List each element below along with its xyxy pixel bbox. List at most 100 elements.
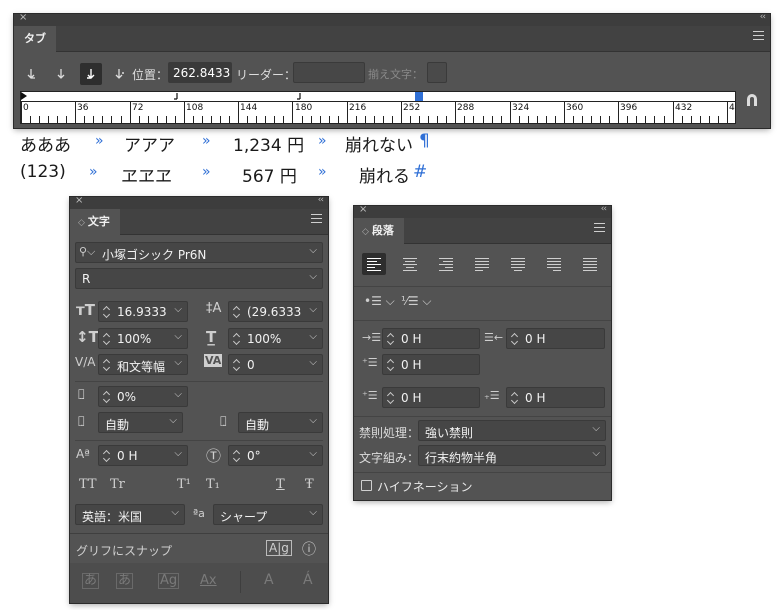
magnet-icon[interactable]	[744, 92, 760, 108]
vertical-scale-field[interactable]: 100% ⌵	[98, 328, 188, 349]
justify-left-icon[interactable]	[475, 258, 489, 271]
language-select[interactable]: 英語：米国 ⌵	[75, 504, 185, 525]
panel-titlebar[interactable]: × ‹‹	[354, 204, 611, 218]
decimal-tab-icon[interactable]	[112, 67, 126, 81]
leading-field[interactable]: (29.6333 ⌵	[228, 301, 323, 322]
chevron-down-icon[interactable]: ⌵	[309, 448, 317, 459]
kerning-field[interactable]: 和文等幅 ⌵	[98, 354, 188, 375]
snap-anchor-icon[interactable]: Á	[303, 572, 313, 588]
panel-menu-icon[interactable]	[753, 31, 764, 41]
stepper-icon[interactable]	[233, 305, 242, 319]
tracking-field[interactable]: 0 ⌵	[228, 354, 323, 375]
strikethrough-button[interactable]: Ŧ	[305, 477, 314, 492]
info-icon[interactable]: ⓘ	[302, 539, 316, 559]
align-center-icon[interactable]	[403, 258, 417, 271]
indent-marker-icon[interactable]	[21, 92, 29, 102]
collapse-icon[interactable]: ‹‹	[760, 12, 766, 22]
align-right-icon[interactable]	[439, 258, 453, 271]
chevron-down-icon[interactable]: ⌵	[174, 331, 182, 342]
stepper-icon[interactable]	[103, 390, 112, 404]
left-indent-field[interactable]: 0 H	[382, 328, 480, 349]
underline-button[interactable]: T	[276, 477, 285, 492]
stepper-icon[interactable]	[233, 449, 242, 463]
chevron-down-icon[interactable]: ⌵	[309, 357, 317, 368]
selected-tab-stop-icon[interactable]	[415, 92, 423, 101]
antialias-select[interactable]: シャープ ⌵	[213, 504, 323, 525]
font-style-select[interactable]: R ⌵	[75, 268, 323, 289]
kinsoku-select[interactable]: 強い禁則 ⌵	[418, 420, 606, 441]
tab-tabs[interactable]: タブ	[14, 26, 56, 53]
align-left-icon[interactable]	[367, 258, 381, 271]
mojikumi-select[interactable]: 行末約物半角 ⌵	[418, 445, 606, 466]
space-before-field[interactable]: 0 H	[382, 387, 480, 408]
bullet-list-icon[interactable]: •☰ ⌵	[364, 294, 395, 309]
panel-menu-icon[interactable]	[594, 223, 605, 233]
collapse-icon[interactable]: ‹‹	[318, 195, 324, 205]
tsume-field[interactable]: 0% ⌵	[98, 386, 188, 407]
stepper-icon[interactable]	[103, 358, 112, 372]
panel-titlebar[interactable]: × ‹‹	[70, 195, 328, 209]
glyph-guides-icon[interactable]: A|g	[266, 540, 292, 556]
superscript-button[interactable]: T¹	[177, 477, 191, 492]
stepper-icon[interactable]	[233, 332, 242, 346]
chevron-down-icon[interactable]: ⌵	[174, 357, 182, 368]
tab-paragraph[interactable]: ◇ 段落	[354, 218, 404, 245]
stepper-icon[interactable]	[387, 358, 396, 372]
stepper-icon[interactable]	[511, 391, 520, 405]
stepper-icon[interactable]	[387, 332, 396, 346]
first-line-indent-field[interactable]: 0 H	[382, 354, 480, 375]
tab-stop-marker-icon[interactable]	[173, 92, 181, 102]
expand-icon: ◇	[362, 227, 369, 237]
right-tab-button[interactable]	[80, 63, 102, 85]
small-caps-button[interactable]: Tr	[110, 477, 125, 492]
stepper-icon[interactable]	[103, 305, 112, 319]
justify-all-icon[interactable]	[583, 258, 597, 271]
chevron-down-icon[interactable]: ⌵	[309, 331, 317, 342]
chevron-down-icon[interactable]: ⌵	[174, 304, 182, 315]
stepper-icon[interactable]	[103, 449, 112, 463]
font-size-field[interactable]: 16.9333 ⌵	[98, 301, 188, 322]
snap-glyph-bounds-icon[interactable]: Ag	[158, 573, 180, 589]
aki-left-select[interactable]: 自動 ⌵	[98, 412, 183, 433]
tab-stop-strip[interactable]	[21, 92, 735, 102]
hyphenation-checkbox[interactable]	[361, 480, 372, 491]
aki-right-select[interactable]: 自動 ⌵	[238, 412, 323, 433]
close-icon[interactable]: ×	[359, 204, 367, 215]
collapse-icon[interactable]: ‹‹	[601, 204, 607, 214]
position-input[interactable]: 262.8433	[168, 62, 232, 83]
chevron-down-icon[interactable]: ⌵	[174, 389, 182, 400]
all-caps-button[interactable]: TT	[79, 477, 97, 492]
tab-character[interactable]: ◇ 文字	[70, 209, 120, 236]
stepper-icon[interactable]	[103, 332, 112, 346]
stepper-icon[interactable]	[511, 332, 520, 346]
justify-right-icon[interactable]	[547, 258, 561, 271]
panel-titlebar[interactable]: × ‹‹	[14, 12, 770, 26]
snap-xheight-icon[interactable]: あ	[116, 573, 134, 589]
space-after-field[interactable]: 0 H	[506, 387, 605, 408]
leader-input[interactable]	[293, 62, 365, 83]
tab-ruler[interactable]: 0 36 72 108 144 180 216 252 288 324 360 396 432 4	[20, 91, 736, 124]
panel-menu-icon[interactable]	[311, 214, 322, 224]
position-value: 262.8433	[173, 66, 231, 80]
right-indent-field[interactable]: 0 H	[506, 328, 605, 349]
snap-angular-icon[interactable]: A	[264, 572, 274, 588]
left-tab-icon[interactable]	[24, 67, 38, 81]
chevron-down-icon[interactable]: ⌵	[174, 448, 182, 459]
close-icon[interactable]: ×	[19, 12, 27, 23]
snap-baseline-icon[interactable]: あ	[82, 573, 100, 589]
stepper-icon[interactable]	[387, 391, 396, 405]
center-tab-icon[interactable]	[54, 67, 68, 81]
tab-stop-marker-icon[interactable]	[296, 92, 304, 102]
snap-proximity-icon[interactable]: Ax	[200, 573, 217, 588]
font-family-select[interactable]: ⚲⌵ 小塚ゴシック Pr6N ⌵	[75, 242, 323, 263]
close-icon[interactable]: ×	[75, 195, 83, 206]
chevron-down-icon[interactable]: ⌵	[309, 304, 317, 315]
text-segment: (123)	[20, 162, 66, 182]
justify-center-icon[interactable]	[511, 258, 525, 271]
character-rotation-field[interactable]: 0° ⌵	[228, 445, 323, 466]
numbered-list-icon[interactable]: ⅟☰ ⌵	[401, 294, 431, 309]
baseline-shift-field[interactable]: 0 H ⌵	[98, 445, 188, 466]
stepper-icon[interactable]	[233, 358, 242, 372]
subscript-button[interactable]: T₁	[206, 477, 220, 492]
horizontal-scale-field[interactable]: 100% ⌵	[228, 328, 323, 349]
